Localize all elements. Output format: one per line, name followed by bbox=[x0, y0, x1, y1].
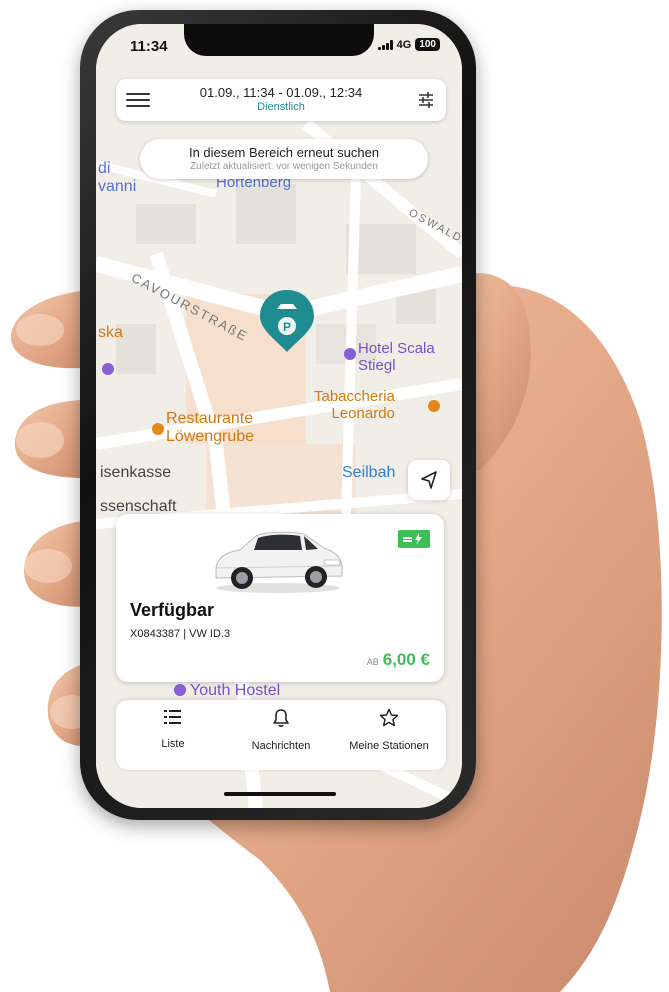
map-label-di: di bbox=[98, 160, 111, 177]
bottom-navigation: Liste Nachrichten Meine Stationen bbox=[116, 700, 446, 770]
svg-text:P: P bbox=[283, 320, 291, 334]
nav-label-liste: Liste bbox=[161, 738, 185, 750]
search-area-title: In diesem Bereich erneut suchen bbox=[188, 145, 380, 160]
vehicle-plate-model: X0843387 | VW ID.3 bbox=[130, 628, 231, 640]
map-label-vanni: vanni bbox=[98, 178, 137, 195]
vehicle-status: Verfügbar bbox=[130, 600, 215, 620]
trip-type[interactable]: Dienstlich bbox=[116, 101, 446, 113]
map-label-restaurant: Restaurante Löwengrube bbox=[166, 410, 255, 445]
map-label-hotel: Hotel Scala Stiegl bbox=[358, 340, 435, 374]
navigation-arrow-icon bbox=[421, 471, 437, 489]
booking-time-bar[interactable]: 01.09., 11:34 - 01.09., 12:34 Dienstlich bbox=[116, 79, 446, 121]
phone-screen: P CAVOURSTRAßE OSWALD Hortenberg Hotel S… bbox=[96, 24, 462, 808]
map-label-youth-hostel: Youth Hostel bbox=[190, 682, 281, 699]
battery-icon: 100 bbox=[415, 38, 440, 51]
signal-icon bbox=[377, 39, 393, 50]
date-range[interactable]: 01.09., 11:34 - 01.09., 12:34 bbox=[116, 85, 446, 100]
notch bbox=[184, 24, 374, 56]
nav-item-nachrichten[interactable]: Nachrichten bbox=[226, 708, 336, 752]
car-image bbox=[215, 531, 343, 593]
price-prefix: AB bbox=[366, 657, 379, 667]
price-value: 6,00 € bbox=[382, 650, 430, 669]
search-area-subtitle: Zuletzt aktualisiert: vor wenigen Sekund… bbox=[190, 161, 378, 172]
ev-badge-icon bbox=[398, 530, 430, 548]
home-indicator bbox=[224, 792, 336, 796]
nav-item-meine-stationen[interactable]: Meine Stationen bbox=[334, 708, 444, 752]
map-label-sparkasse: isenkasse bbox=[100, 464, 172, 481]
search-area-button[interactable]: In diesem Bereich erneut suchen Zuletzt … bbox=[140, 139, 428, 179]
nav-label-nachrichten: Nachrichten bbox=[251, 740, 311, 752]
map-label-tabaccheria: Tabaccheria Leonardo bbox=[314, 388, 395, 422]
status-time: 11:34 bbox=[130, 38, 168, 55]
filter-icon[interactable] bbox=[416, 90, 436, 110]
vehicle-card[interactable]: Verfügbar X0843387 | VW ID.3 AB 6,00 € bbox=[116, 514, 444, 682]
map-label-seilbahn: Seilbah bbox=[342, 464, 396, 481]
map-label-ska: ska bbox=[98, 324, 123, 341]
nav-label-meine-stationen: Meine Stationen bbox=[349, 740, 429, 752]
status-indicators: 4G 100 bbox=[377, 38, 440, 51]
network-type: 4G bbox=[396, 38, 412, 51]
nav-item-liste[interactable]: Liste bbox=[118, 708, 228, 750]
star-icon bbox=[379, 708, 399, 727]
list-icon bbox=[164, 710, 181, 724]
vehicle-price: AB 6,00 € bbox=[367, 650, 430, 670]
bell-icon bbox=[273, 709, 289, 727]
locate-button[interactable] bbox=[408, 460, 450, 500]
